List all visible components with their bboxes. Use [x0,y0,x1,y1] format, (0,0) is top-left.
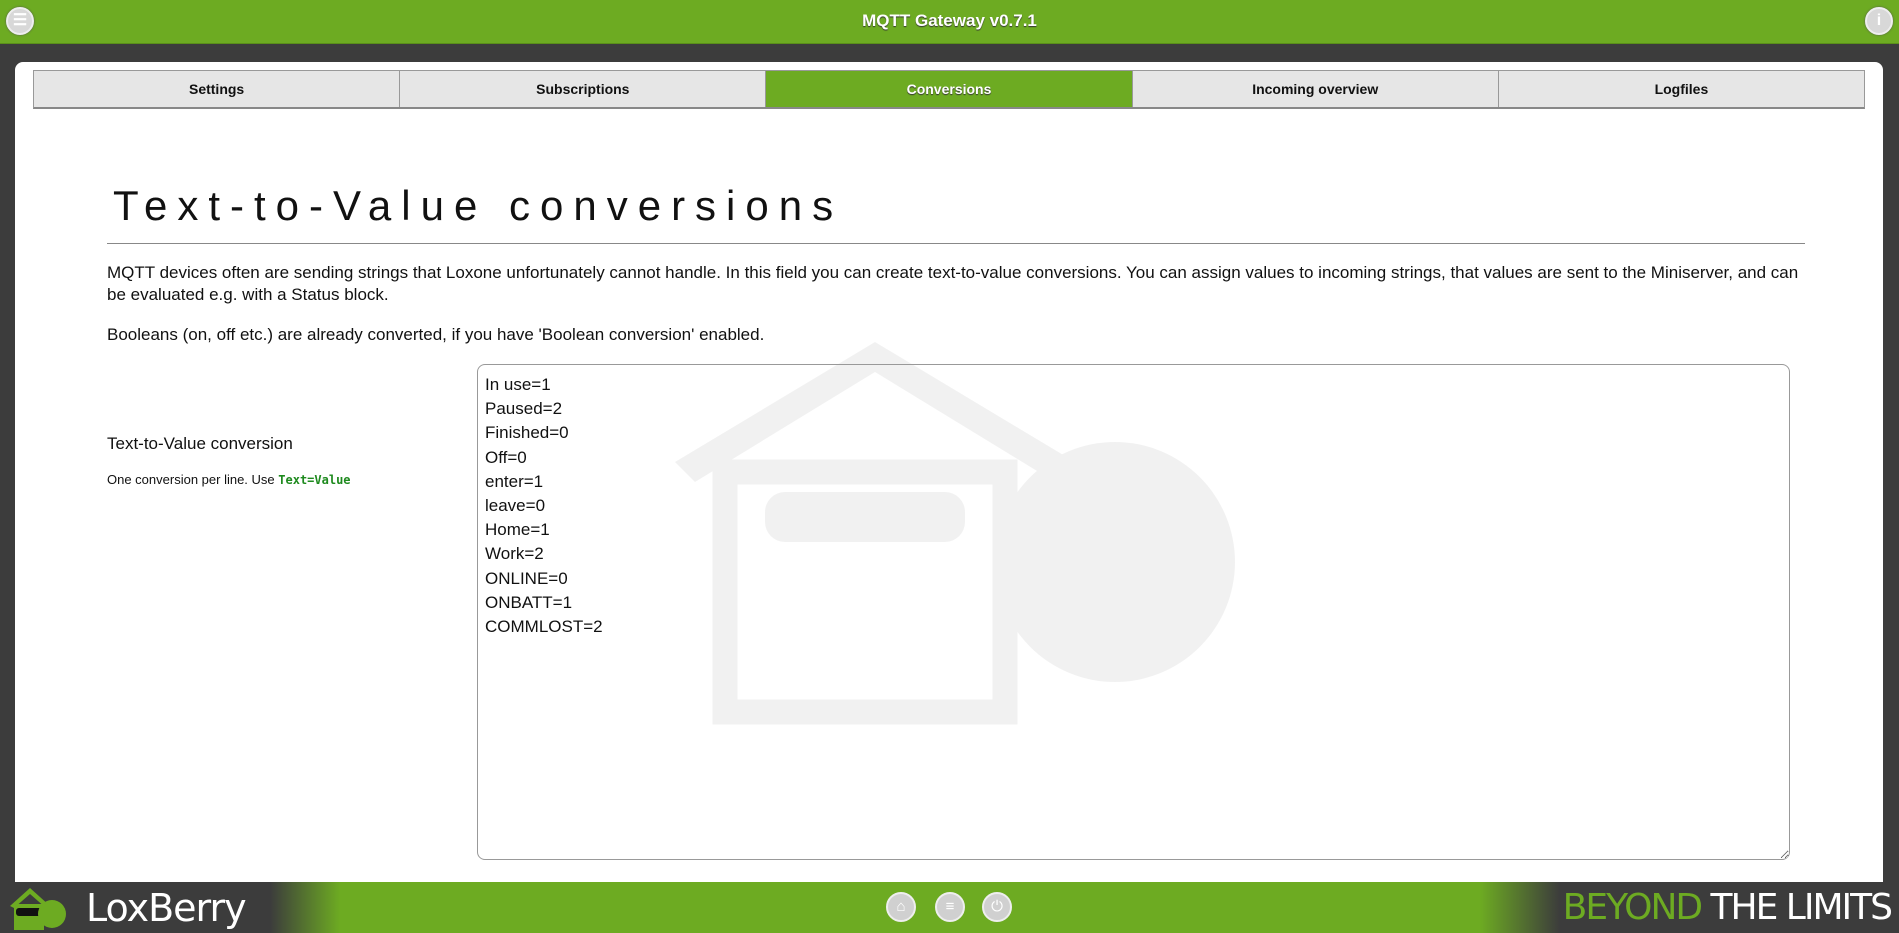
slogan: BEYOND THE LIMITS [1562,887,1893,928]
tab-bar: Settings Subscriptions Conversions Incom… [33,70,1865,109]
footer: LoxBerry ⌂ ≡ ⏻ BEYOND THE LIMITS [0,882,1899,933]
tab-conversions[interactable]: Conversions [766,71,1133,107]
field-hint: One conversion per line. Use Text=Value [107,472,351,487]
intro-text: MQTT devices often are sending strings t… [107,263,1799,304]
booleans-note: Booleans (on, off etc.) are already conv… [107,325,765,344]
power-icon[interactable]: ⏻ [982,892,1012,922]
tab-subscriptions[interactable]: Subscriptions [400,71,767,107]
home-icon[interactable]: ⌂ [886,892,916,922]
info-icon[interactable]: i [1865,7,1893,35]
loxberry-logo-icon [10,888,66,930]
page-title: Text-to-Value conversions [113,182,844,229]
slogan-beyond: BEYOND [1562,887,1703,928]
slogan-the-limits: THE LIMITS [1701,887,1893,928]
list-icon[interactable]: ≡ [935,892,965,922]
hint-text: One conversion per line. Use [107,472,279,487]
tab-logfiles[interactable]: Logfiles [1498,71,1865,107]
menu-icon[interactable]: ☰ [6,7,34,35]
field-label: Text-to-Value conversion [107,434,293,453]
conversions-textarea[interactable]: In use=1 Paused=2 Finished=0 Off=0 enter… [477,364,1790,860]
app-title: MQTT Gateway v0.7.1 [862,11,1037,30]
brand-name: LoxBerry [86,886,247,930]
hint-code: Text=Value [278,473,351,487]
content-panel: Settings Subscriptions Conversions Incom… [15,62,1883,882]
tab-incoming-overview[interactable]: Incoming overview [1132,71,1499,107]
tab-settings[interactable]: Settings [34,71,401,107]
app-header: ☰ MQTT Gateway v0.7.1 i [0,0,1899,44]
title-divider [107,243,1805,244]
